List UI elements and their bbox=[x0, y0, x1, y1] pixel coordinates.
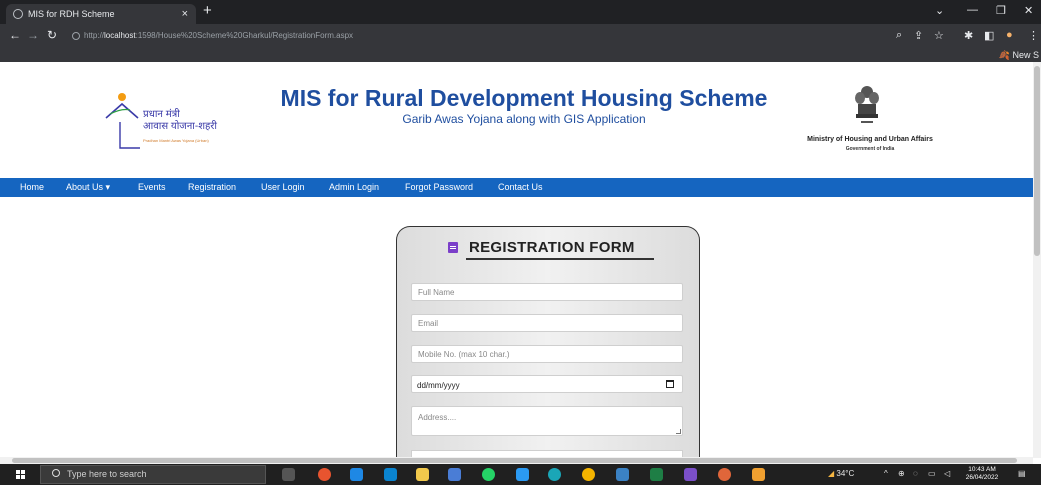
notifications-icon[interactable]: ▤ bbox=[1018, 467, 1026, 481]
language-icon[interactable]: ⊕ bbox=[898, 467, 905, 481]
nav-forgot-password[interactable]: Forgot Password bbox=[405, 178, 473, 197]
bookmark-star-icon[interactable]: ☆ bbox=[934, 29, 944, 42]
tray-chevron-icon[interactable]: ^ bbox=[884, 467, 888, 481]
resize-grip-icon[interactable] bbox=[676, 429, 681, 434]
vertical-scroll-thumb[interactable] bbox=[1034, 66, 1040, 256]
weather-app-icon[interactable] bbox=[350, 468, 363, 481]
store-icon[interactable] bbox=[516, 468, 529, 481]
email-input[interactable] bbox=[411, 314, 683, 332]
nav-events[interactable]: Events bbox=[138, 178, 166, 197]
weather-tray[interactable]: ◢ 34°C bbox=[828, 467, 854, 481]
excel-icon[interactable] bbox=[650, 468, 663, 481]
nav-contact-us[interactable]: Contact Us bbox=[498, 178, 543, 197]
horizontal-scroll-thumb[interactable] bbox=[12, 458, 1017, 463]
logo-line1: प्रधान मंत्री bbox=[143, 109, 180, 120]
browser-toolbar: ← → ↻ http://localhost:1598/House%20Sche… bbox=[0, 24, 1041, 48]
clock-date: 26/04/2022 bbox=[965, 474, 999, 481]
volume-icon[interactable]: ◁ bbox=[944, 467, 950, 481]
temperature-label: 34°C bbox=[836, 469, 855, 478]
edge-icon[interactable] bbox=[548, 468, 561, 481]
nav-about-us[interactable]: About Us ▾ bbox=[66, 178, 110, 197]
taskbar-search-input[interactable]: Type here to search bbox=[40, 465, 266, 484]
reload-icon[interactable]: ↻ bbox=[47, 28, 57, 42]
battery-icon[interactable]: ▭ bbox=[928, 467, 936, 481]
calendar-icon[interactable] bbox=[666, 380, 674, 388]
forward-icon[interactable]: → bbox=[27, 28, 39, 42]
browser-tab[interactable]: MIS for RDH Scheme × bbox=[6, 4, 196, 24]
new-tab-button[interactable]: + bbox=[203, 2, 212, 19]
window-close-icon[interactable]: ✕ bbox=[1024, 4, 1033, 17]
logo-line2: आवास योजना-शहरी bbox=[143, 121, 217, 132]
document-icon bbox=[448, 242, 458, 253]
logo-small-text: Pradhan Mantri Awas Yojana (Urban) bbox=[143, 138, 209, 143]
windows-start-icon[interactable] bbox=[16, 470, 26, 480]
minimize-icon[interactable]: — bbox=[967, 4, 978, 16]
info-icon[interactable] bbox=[72, 32, 80, 40]
browser-app-icon[interactable] bbox=[318, 468, 331, 481]
bookmark-leaf-icon: 🍂 bbox=[998, 50, 1010, 60]
calculator-icon[interactable] bbox=[448, 468, 461, 481]
bookmarks-bar: 🍂 New S bbox=[0, 48, 1041, 62]
url-host: localhost bbox=[104, 31, 136, 40]
address-bar[interactable]: http://localhost:1598/House%20Scheme%20G… bbox=[84, 28, 884, 44]
zoom-icon[interactable]: ⌕ bbox=[896, 29, 902, 42]
taskbar-clock[interactable]: 10:43 AM 26/04/2022 bbox=[965, 466, 999, 482]
tab-search-icon[interactable]: ⌄ bbox=[935, 4, 944, 17]
restore-icon[interactable]: ❐ bbox=[996, 4, 1006, 17]
browser-tabstrip: MIS for RDH Scheme × + ⌄ — ❐ ✕ bbox=[0, 0, 1041, 24]
logo-hindi-text: प्रधान मंत्री आवास योजना-शहरी bbox=[143, 109, 217, 133]
tab-title: MIS for RDH Scheme bbox=[28, 9, 115, 19]
file-explorer-icon[interactable] bbox=[416, 468, 429, 481]
government-name: Government of India bbox=[845, 146, 895, 152]
main-navbar: Home About Us ▾ Events Registration User… bbox=[0, 178, 1041, 197]
dob-date-value: dd/mm/yyyy bbox=[417, 381, 460, 390]
snipping-tool-icon[interactable] bbox=[752, 468, 765, 481]
bookmark-new[interactable]: 🍂 New S bbox=[999, 48, 1039, 62]
site-subtitle: Garib Awas Yojana along with GIS Applica… bbox=[402, 112, 646, 126]
photos-icon[interactable] bbox=[616, 468, 629, 481]
menu-kebab-icon[interactable]: ⋮ bbox=[1028, 29, 1039, 42]
national-emblem-icon bbox=[855, 86, 879, 123]
clock-time: 10:43 AM bbox=[968, 466, 996, 473]
address-textarea[interactable]: Address.... bbox=[411, 406, 683, 436]
screen: MIS for RDH Scheme × + ⌄ — ❐ ✕ ← → ↻ htt… bbox=[0, 0, 1041, 485]
whatsapp-icon[interactable] bbox=[482, 468, 495, 481]
heading-underline bbox=[466, 258, 654, 260]
network-icon[interactable]: ◌ bbox=[913, 467, 918, 481]
ministry-name: Ministry of Housing and Urban Affairs bbox=[807, 136, 933, 143]
chrome-dev-icon[interactable] bbox=[718, 468, 731, 481]
task-view-icon[interactable] bbox=[282, 468, 295, 481]
nav-home[interactable]: Home bbox=[20, 178, 44, 197]
bookmark-label: New S bbox=[1012, 50, 1039, 60]
tab-close-icon[interactable]: × bbox=[182, 4, 188, 24]
nav-registration[interactable]: Registration bbox=[188, 178, 236, 197]
search-icon bbox=[52, 469, 60, 477]
nav-admin-login[interactable]: Admin Login bbox=[329, 178, 379, 197]
mail-app-icon[interactable] bbox=[384, 468, 397, 481]
full-name-input[interactable] bbox=[411, 283, 683, 301]
nav-user-login[interactable]: User Login bbox=[261, 178, 305, 197]
url-path: :1598/House%20Scheme%20Gharkul/Registrat… bbox=[135, 31, 354, 40]
visual-studio-icon[interactable] bbox=[684, 468, 697, 481]
chrome-icon[interactable] bbox=[582, 468, 595, 481]
sidebar-icon[interactable]: ◧ bbox=[984, 29, 994, 42]
mobile-input[interactable] bbox=[411, 345, 683, 363]
extensions-icon[interactable]: ✱ bbox=[964, 29, 973, 42]
site-title: MIS for Rural Development Housing Scheme bbox=[280, 85, 768, 111]
globe-icon bbox=[13, 9, 23, 19]
form-heading: REGISTRATION FORM bbox=[469, 239, 635, 256]
back-icon[interactable]: ← bbox=[9, 28, 21, 42]
share-icon[interactable]: ⇪ bbox=[914, 29, 923, 42]
profile-avatar[interactable]: ● bbox=[1006, 29, 1013, 41]
url-prefix: http:// bbox=[84, 31, 105, 40]
weather-icon: ◢ bbox=[828, 469, 835, 478]
